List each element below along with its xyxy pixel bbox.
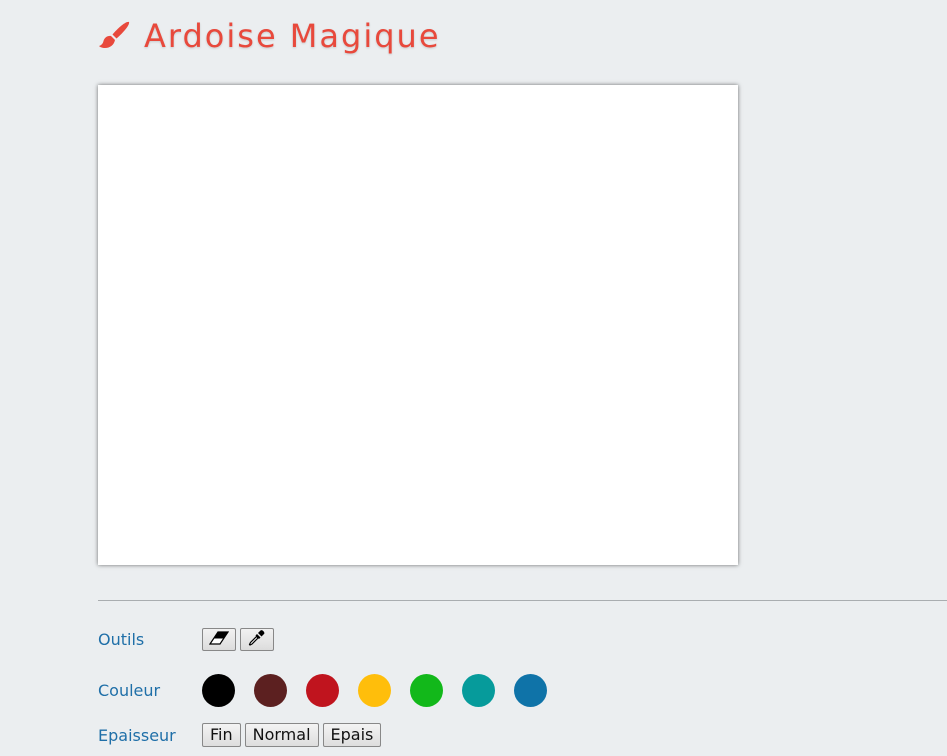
divider (98, 600, 947, 601)
color-swatch-blue[interactable] (514, 674, 547, 707)
size-normal-button[interactable]: Normal (244, 723, 319, 747)
color-swatch-black[interactable] (202, 674, 235, 707)
eyedropper-button[interactable] (240, 627, 274, 651)
color-swatch-red[interactable] (306, 674, 339, 707)
colors-row: Couleur (98, 674, 566, 707)
app-header: Ardoise Magique (98, 14, 441, 58)
eraser-button[interactable] (202, 627, 236, 651)
colors-label: Couleur (98, 681, 161, 700)
tools-row: Outils (98, 626, 278, 652)
color-swatch-brown[interactable] (254, 674, 287, 707)
eraser-icon (208, 630, 230, 648)
tools-label: Outils (98, 629, 145, 649)
paint-brush-icon (98, 19, 132, 53)
eyedropper-icon (248, 629, 266, 650)
app-root: Ardoise Magique Outils Couleur Epaisseur… (0, 0, 947, 756)
color-swatch-yellow[interactable] (358, 674, 391, 707)
drawing-canvas[interactable] (98, 85, 738, 565)
sizes-row: Epaisseur Fin Normal Epais (98, 723, 385, 747)
app-title: Ardoise Magique (144, 17, 441, 55)
color-swatch-teal[interactable] (462, 674, 495, 707)
size-thin-button[interactable]: Fin (202, 723, 241, 747)
sizes-label: Epaisseur (98, 725, 176, 745)
color-swatch-green[interactable] (410, 674, 443, 707)
size-thick-button[interactable]: Epais (322, 723, 382, 747)
